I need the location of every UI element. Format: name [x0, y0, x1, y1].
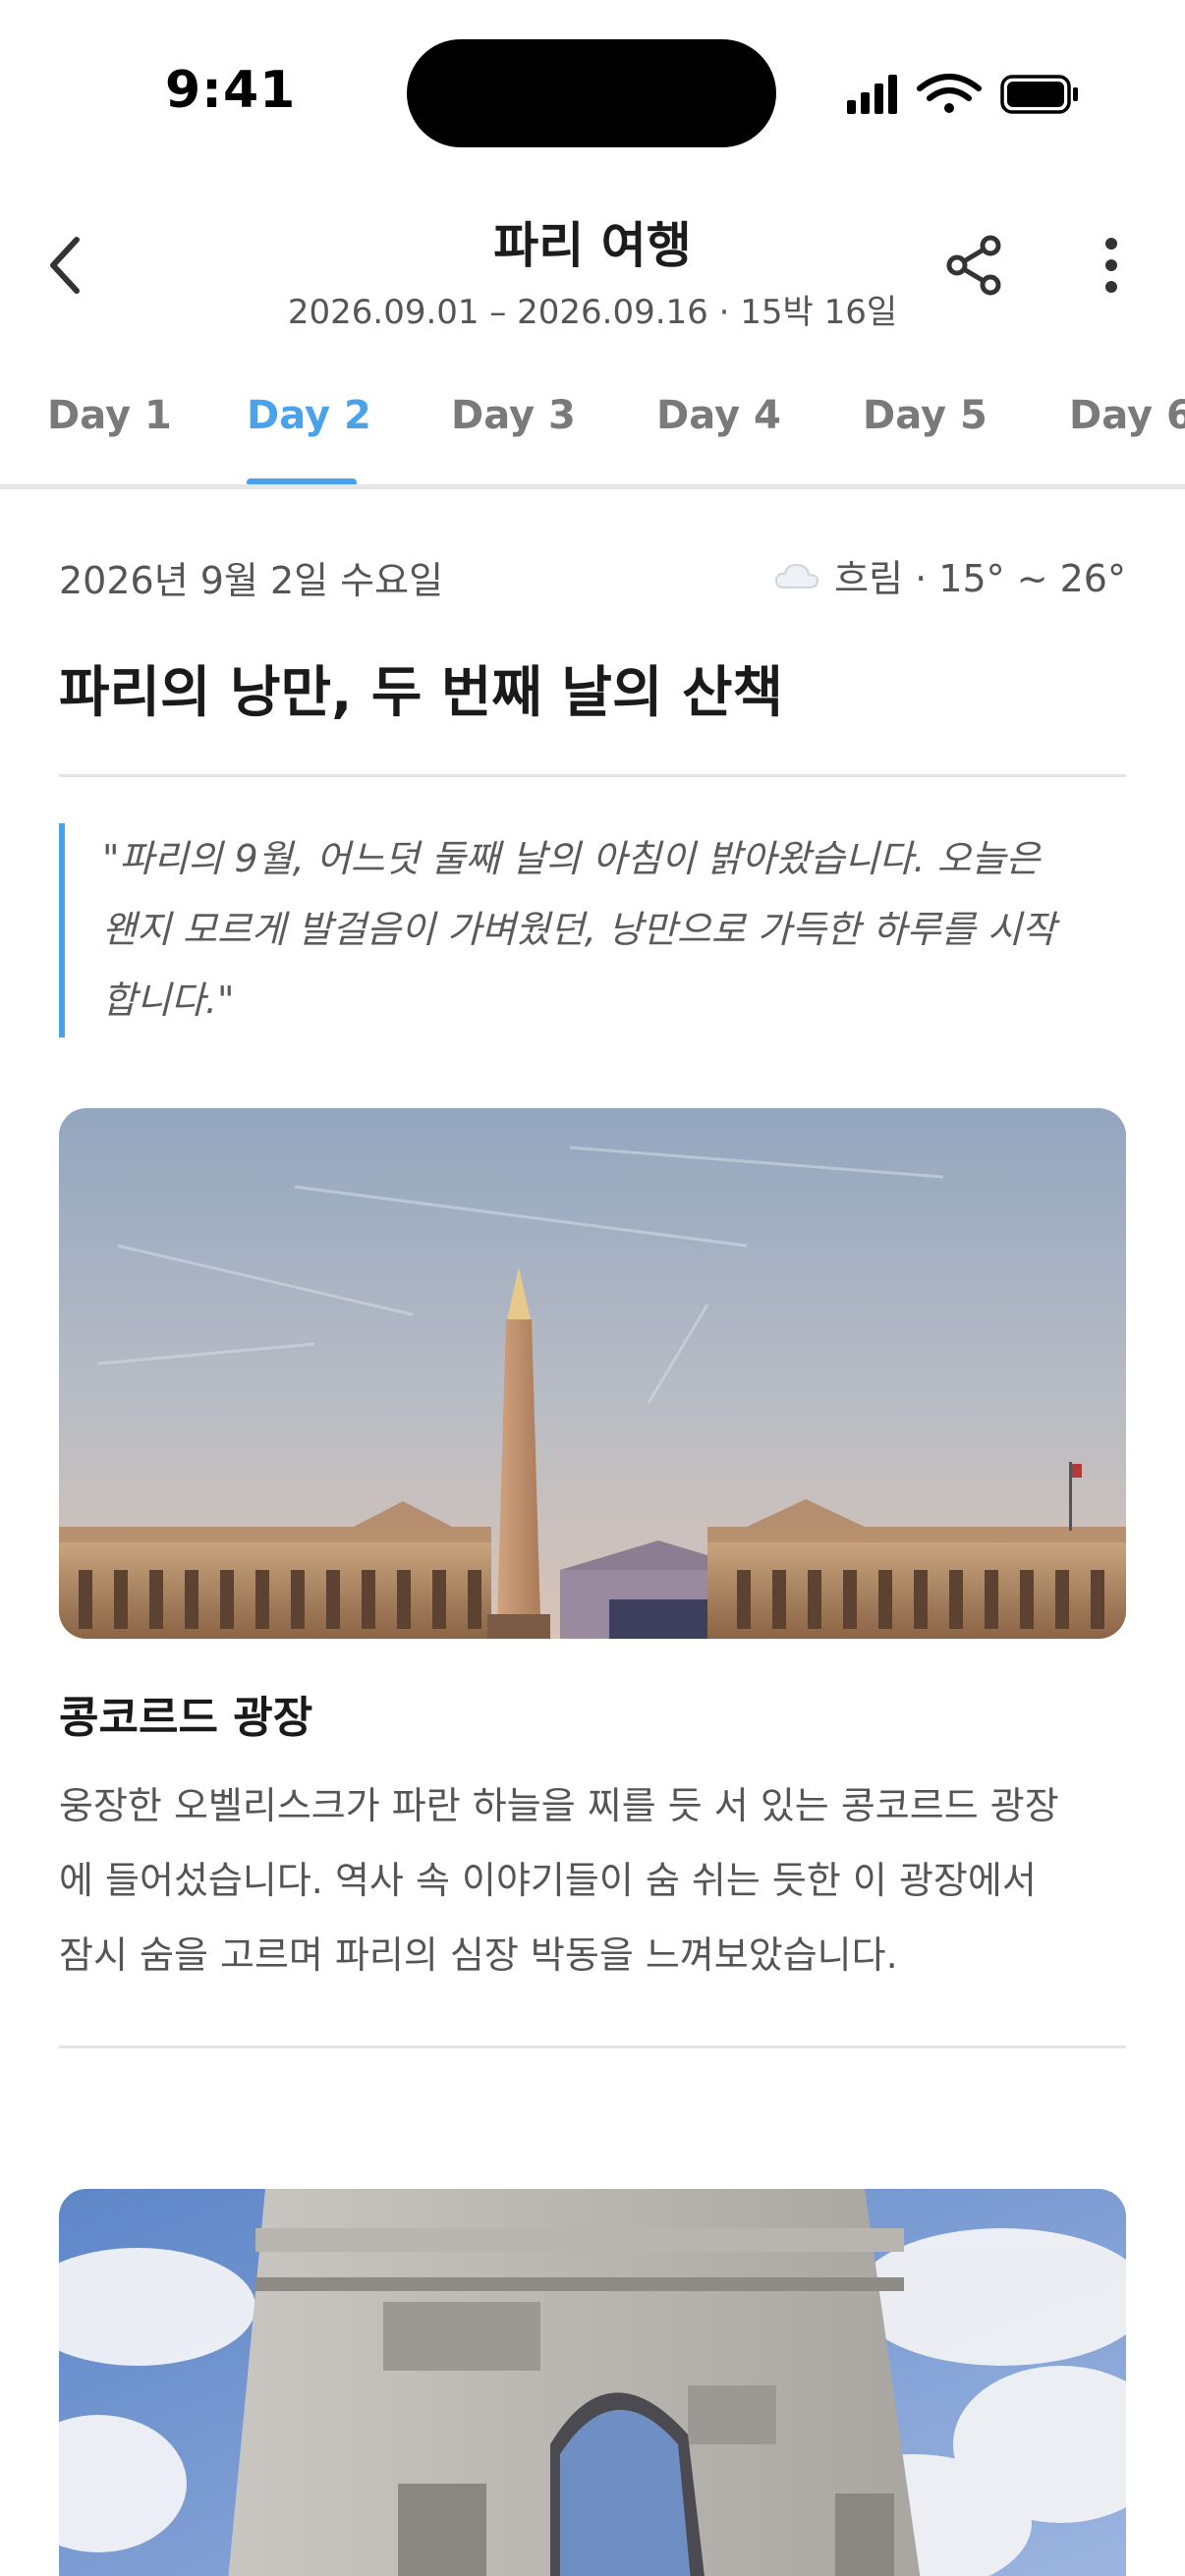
spot-description-line: 에 들어섰습니다. 역사 속 이야기들이 숨 쉬는 듯한 이 광장에서 [59, 1859, 1037, 1902]
day-quote: "파리의 9월, 어느덧 둘째 날의 아침이 밝아왔습니다. 오늘은 왠지 모르… [59, 823, 1126, 1037]
day-tabs: Day 1 Day 2 Day 3 Day 4 Day 5 Day 6 [0, 364, 1185, 489]
tab-day-2[interactable]: Day 2 [247, 393, 371, 438]
tab-day-4[interactable]: Day 4 [656, 393, 781, 438]
spot-title: 콩코르드 광장 [59, 1693, 313, 1743]
tab-day-5[interactable]: Day 5 [863, 393, 988, 438]
weather-info: 흐림 · 15° ~ 26° [773, 548, 1126, 602]
share-icon [946, 235, 1001, 296]
status-time: 9:41 [165, 61, 297, 120]
status-bar: 9:41 [0, 0, 1185, 187]
more-options-button[interactable] [1077, 226, 1146, 305]
spot-description-line: 웅장한 오벨리스크가 파란 하늘을 찌를 듯 서 있는 콩코르드 광장 [59, 1784, 1059, 1827]
spot-description-line: 잠시 숨을 고르며 파리의 심장 박동을 느껴보았습니다. [59, 1933, 898, 1977]
day-title: 파리의 낭만, 두 번째 날의 산책 [59, 661, 783, 725]
divider [59, 774, 1126, 777]
battery-icon [1000, 75, 1078, 114]
status-icons [847, 74, 1078, 114]
dynamic-island [407, 39, 776, 147]
quote-line: 왠지 모르게 발걸음이 가벼웠던, 낭만으로 가득한 하루를 시작 [102, 908, 1056, 951]
signal-icon [847, 75, 897, 114]
more-vertical-icon [1105, 238, 1117, 293]
quote-line: "파리의 9월, 어느덧 둘째 날의 아침이 밝아왔습니다. 오늘은 [102, 837, 1041, 880]
tab-day-6[interactable]: Day 6 [1069, 393, 1185, 438]
quote-line: 합니다." [102, 979, 235, 1022]
spot-description: 웅장한 오벨리스크가 파란 하늘을 찌를 듯 서 있는 콩코르드 광장 에 들어… [59, 1768, 1130, 1992]
day-date: 2026년 9월 2일 수요일 [59, 559, 444, 602]
weather-text: 흐림 · 15° ~ 26° [834, 557, 1126, 600]
active-tab-indicator [247, 478, 357, 484]
tab-day-1[interactable]: Day 1 [47, 393, 172, 438]
spot-photo-arc-de-triomphe[interactable] [59, 2189, 1126, 2576]
cloud-icon [775, 563, 819, 588]
trip-day-page: 9:41 파리 여행 2026.09.01 – 2026.09.16 · 15박… [0, 0, 1185, 2576]
top-app-bar: 파리 여행 2026.09.01 – 2026.09.16 · 15박 16일 [0, 187, 1185, 364]
concorde-photo [59, 1108, 1126, 1639]
tab-day-3[interactable]: Day 3 [451, 393, 576, 438]
divider [59, 2045, 1126, 2048]
share-button[interactable] [935, 226, 1014, 305]
arc-de-triomphe-photo [59, 2189, 1126, 2576]
wifi-icon [917, 74, 982, 113]
spot-photo-concorde[interactable] [59, 1108, 1126, 1639]
